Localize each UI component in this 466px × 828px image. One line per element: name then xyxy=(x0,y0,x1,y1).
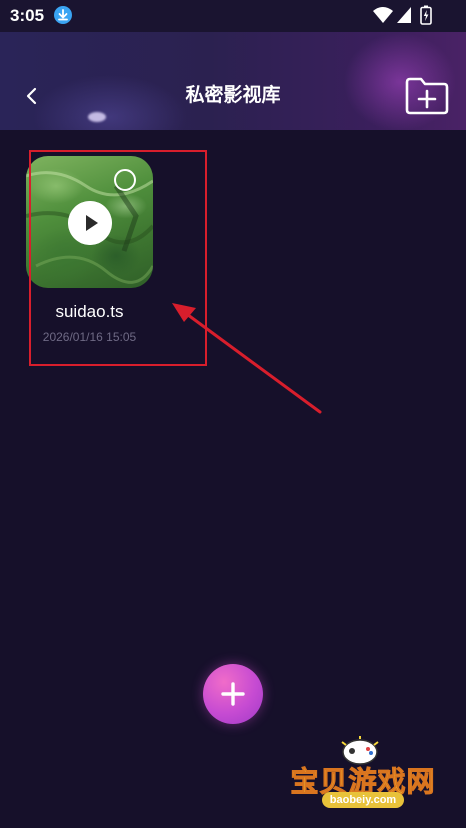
plus-icon xyxy=(221,682,245,706)
app-header: 私密影视库 xyxy=(0,32,466,130)
add-video-button[interactable] xyxy=(203,664,263,724)
new-folder-icon[interactable] xyxy=(404,76,450,116)
wifi-icon xyxy=(373,7,393,23)
watermark-url: baobeiy.com xyxy=(322,792,404,808)
annotation-arrow xyxy=(172,303,322,414)
battery-icon xyxy=(420,5,432,25)
status-time: 3:05 xyxy=(10,6,45,25)
page-title: 私密影视库 xyxy=(185,85,281,106)
status-bar: 3:05 xyxy=(0,0,466,32)
header-glow-decoration xyxy=(88,112,106,122)
watermark-logo: 宝贝游戏网 baobeiy.com xyxy=(288,732,438,810)
signal-icon xyxy=(397,7,411,23)
download-icon xyxy=(54,6,72,24)
